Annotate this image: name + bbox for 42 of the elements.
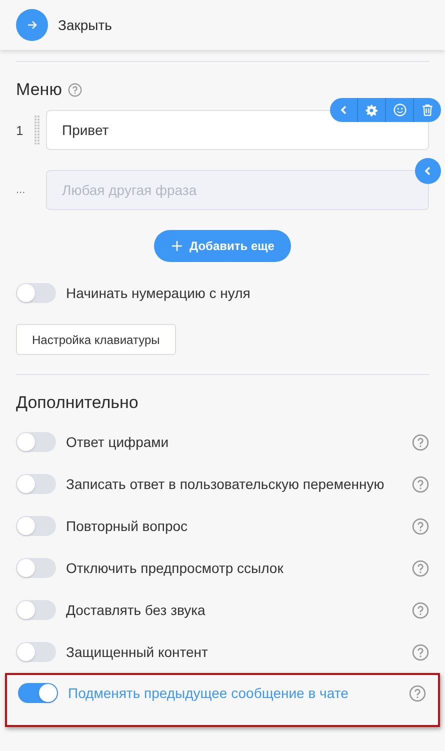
- toggle-label: Отключить предпросмотр ссылок: [66, 560, 284, 576]
- chevron-left-icon: [338, 105, 348, 115]
- toggle-switch[interactable]: [16, 516, 56, 536]
- section-title: Дополнительно: [16, 393, 140, 413]
- close-button[interactable]: [16, 9, 48, 41]
- help-icon[interactable]: [412, 434, 429, 450]
- toggle-switch[interactable]: [16, 474, 56, 494]
- trash-icon: [421, 103, 434, 117]
- help-icon[interactable]: [412, 644, 429, 660]
- toggle-switch[interactable]: [16, 642, 56, 662]
- help-icon[interactable]: [412, 518, 429, 534]
- toggle-switch[interactable]: [16, 432, 56, 452]
- item-number: ...: [16, 184, 26, 196]
- keyboard-settings-button[interactable]: Настройка клавиатуры: [16, 324, 176, 355]
- arrow-right-icon: [26, 19, 38, 31]
- settings-icon: [365, 104, 378, 116]
- section-title: Меню: [16, 80, 62, 100]
- collapse-button[interactable]: [415, 158, 441, 184]
- help-icon[interactable]: [68, 83, 82, 97]
- toggle-label: Повторный вопрос: [66, 518, 188, 534]
- help-icon[interactable]: [412, 602, 429, 618]
- toggle-switch[interactable]: [16, 558, 56, 578]
- close-label[interactable]: Закрыть: [58, 17, 112, 33]
- drag-handle-icon[interactable]: [34, 115, 40, 145]
- chevron-left-icon: [423, 166, 433, 176]
- help-icon[interactable]: [409, 684, 426, 702]
- smiley-icon: [392, 103, 406, 117]
- toggle-label: Записать ответ в пользовательскую переменную: [66, 476, 384, 492]
- toggle-label: Начинать нумерацию с нуля: [66, 285, 250, 301]
- help-icon[interactable]: [412, 476, 429, 492]
- fallback-phrase-field[interactable]: Любая другая фраза: [46, 170, 429, 210]
- plus-icon: [170, 240, 183, 252]
- item-number: 1: [16, 122, 24, 138]
- menu-item-field[interactable]: Привет: [46, 110, 429, 150]
- toggle-label: Подменять предыдущее сообщение в чате: [68, 685, 348, 701]
- toggle-label: Доставлять без звука: [66, 602, 206, 618]
- toggle-switch[interactable]: [18, 683, 58, 703]
- toggle-switch[interactable]: [16, 283, 56, 303]
- toggle-label: Защищенный контент: [66, 644, 208, 660]
- toggle-label: Ответ цифрами: [66, 434, 169, 450]
- toggle-switch[interactable]: [16, 600, 56, 620]
- help-icon[interactable]: [412, 560, 429, 576]
